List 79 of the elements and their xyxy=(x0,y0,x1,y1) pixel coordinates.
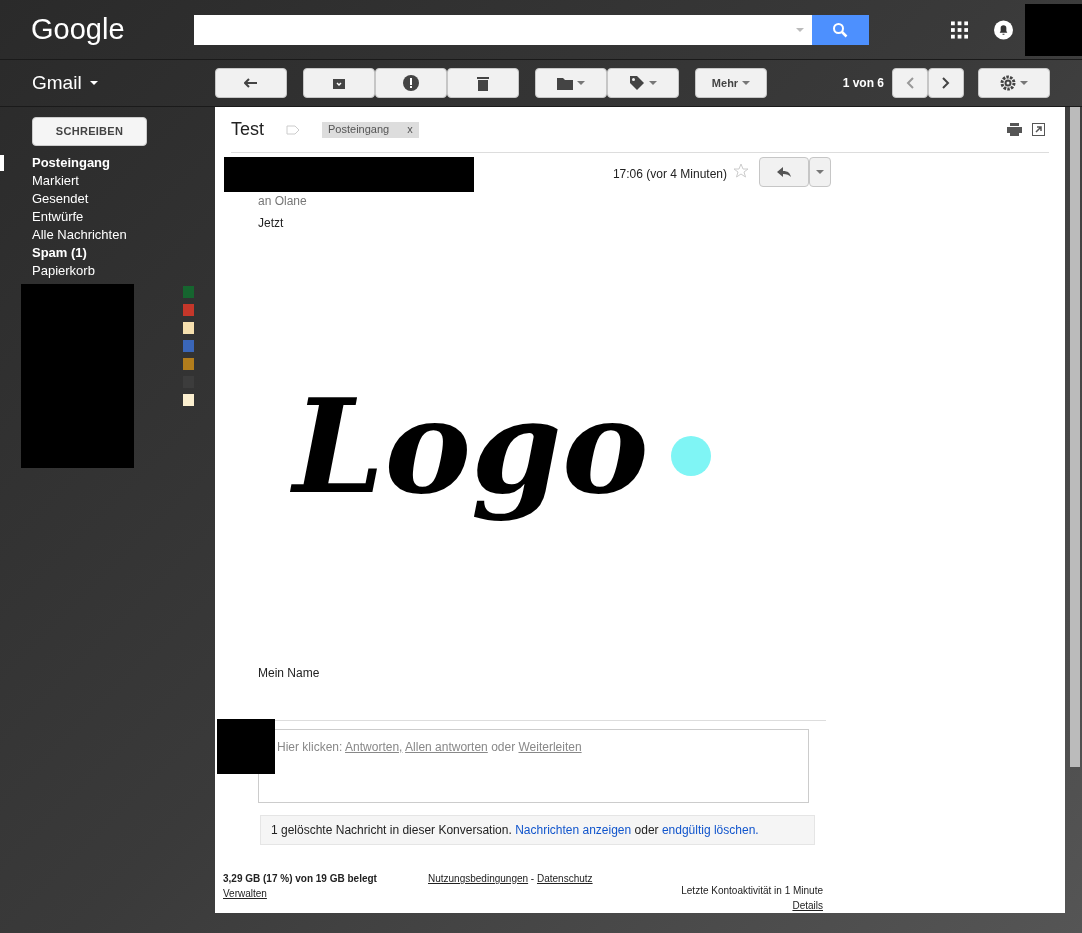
delete-forever-link[interactable]: endgültig löschen. xyxy=(661,823,759,837)
reply-all-link[interactable]: Allen antworten xyxy=(405,740,488,754)
manage-link[interactable]: Verwalten xyxy=(223,886,267,901)
star-icon[interactable] xyxy=(733,163,749,179)
gmail-menu[interactable]: Gmail xyxy=(32,68,215,98)
tag-label: Posteingang xyxy=(328,122,390,138)
recipient-text: an Olane xyxy=(258,193,308,210)
folder-link[interactable]: Entwürfe xyxy=(32,207,84,227)
trash-icon xyxy=(477,75,489,91)
folder-link[interactable]: Spam (1) xyxy=(32,243,87,263)
next-button[interactable] xyxy=(928,68,964,98)
scrollbar[interactable] xyxy=(1070,107,1080,767)
caret-icon xyxy=(89,81,98,85)
folder-link[interactable]: Gesendet xyxy=(32,189,89,209)
dot-icon xyxy=(670,436,711,476)
settings-button[interactable] xyxy=(978,68,1050,98)
back-button[interactable] xyxy=(215,68,287,98)
reply-link[interactable]: Antworten, xyxy=(345,740,403,754)
redacted-block xyxy=(1025,3,1082,56)
reply-prompt: Hier klicken: Antworten, Allen antworten oder Weiterleiten xyxy=(277,740,582,754)
labels-button[interactable] xyxy=(607,68,679,98)
delete-button[interactable] xyxy=(447,68,519,98)
forward-link[interactable]: Weiterleiten xyxy=(518,740,582,754)
search-field[interactable] xyxy=(194,14,812,45)
notification-bell-icon[interactable] xyxy=(994,19,1013,40)
label-swatch[interactable] xyxy=(183,322,194,334)
folder-link[interactable]: Posteingang xyxy=(32,153,110,173)
apps-grid-icon[interactable] xyxy=(950,20,968,39)
folder-link[interactable]: Papierkorb xyxy=(32,261,95,281)
chevron-right-icon xyxy=(942,77,950,89)
caret-icon xyxy=(649,81,657,85)
caret-icon xyxy=(742,81,751,85)
folder-link[interactable]: Alle Nachrichten xyxy=(32,225,127,245)
separator-text: - xyxy=(529,872,536,886)
show-messages-link[interactable]: Nachrichten anzeigen xyxy=(515,823,632,837)
body-text: Jetzt xyxy=(258,215,285,232)
message-time: 17:06 (vor 4 Minuten) xyxy=(612,166,727,183)
privacy-link[interactable]: Datenschutz xyxy=(537,871,593,886)
details-link[interactable]: Details xyxy=(792,898,823,913)
deleted-notice-text: 1 gelöschte Nachricht in dieser Konversation. Nachrichten anzeigen oder endgültig löschen. xyxy=(271,822,759,839)
activity-text: Letzte Kontoaktivität in 1 Minute xyxy=(681,884,823,898)
page-counter: 1 von 6 xyxy=(842,75,884,92)
print-icon[interactable] xyxy=(1007,123,1022,136)
label-swatch[interactable] xyxy=(183,358,194,370)
caret-icon xyxy=(795,27,804,32)
move-to-button[interactable] xyxy=(535,68,607,98)
back-arrow-icon xyxy=(244,78,258,88)
exclamation-icon xyxy=(403,75,419,91)
terms-link[interactable]: Nutzungsbedingungen xyxy=(428,871,529,886)
chevron-left-icon xyxy=(906,77,914,89)
reply-arrow-icon xyxy=(777,167,791,177)
signature-text: Mein Name xyxy=(258,665,321,682)
label-swatch[interactable] xyxy=(183,286,194,298)
google-logo[interactable]: Google xyxy=(31,7,195,52)
redacted-block xyxy=(217,719,275,774)
folder-link[interactable]: Markiert xyxy=(32,171,79,191)
caret-icon xyxy=(577,81,585,85)
tag-icon xyxy=(629,75,645,91)
logo-image-text: Logo xyxy=(281,361,661,531)
settings-icon xyxy=(1000,75,1016,91)
spam-button[interactable] xyxy=(375,68,447,98)
label-swatch[interactable] xyxy=(183,340,194,352)
archive-button[interactable] xyxy=(303,68,375,98)
new-window-icon[interactable] xyxy=(1032,123,1045,136)
label-swatch[interactable] xyxy=(183,394,194,406)
search-button[interactable] xyxy=(811,14,869,45)
reply-button[interactable] xyxy=(759,157,809,187)
more-button[interactable]: Mehr xyxy=(695,68,767,98)
caret-icon xyxy=(816,170,824,174)
compose-button[interactable]: SCHREIBEN xyxy=(32,117,147,146)
folder-icon xyxy=(557,76,573,90)
label-swatch[interactable] xyxy=(183,304,194,316)
reply-box[interactable]: Hier klicken: Antworten, Allen antworten oder Weiterleiten xyxy=(258,729,809,803)
search-icon xyxy=(832,21,849,38)
subject-title: Test xyxy=(231,118,264,141)
archive-icon xyxy=(332,77,346,89)
tag-remove-button[interactable]: x xyxy=(407,121,413,138)
caret-icon xyxy=(1020,81,1028,85)
storage-usage-text: 3,29 GB (17 %) von 19 GB belegt xyxy=(223,872,378,886)
